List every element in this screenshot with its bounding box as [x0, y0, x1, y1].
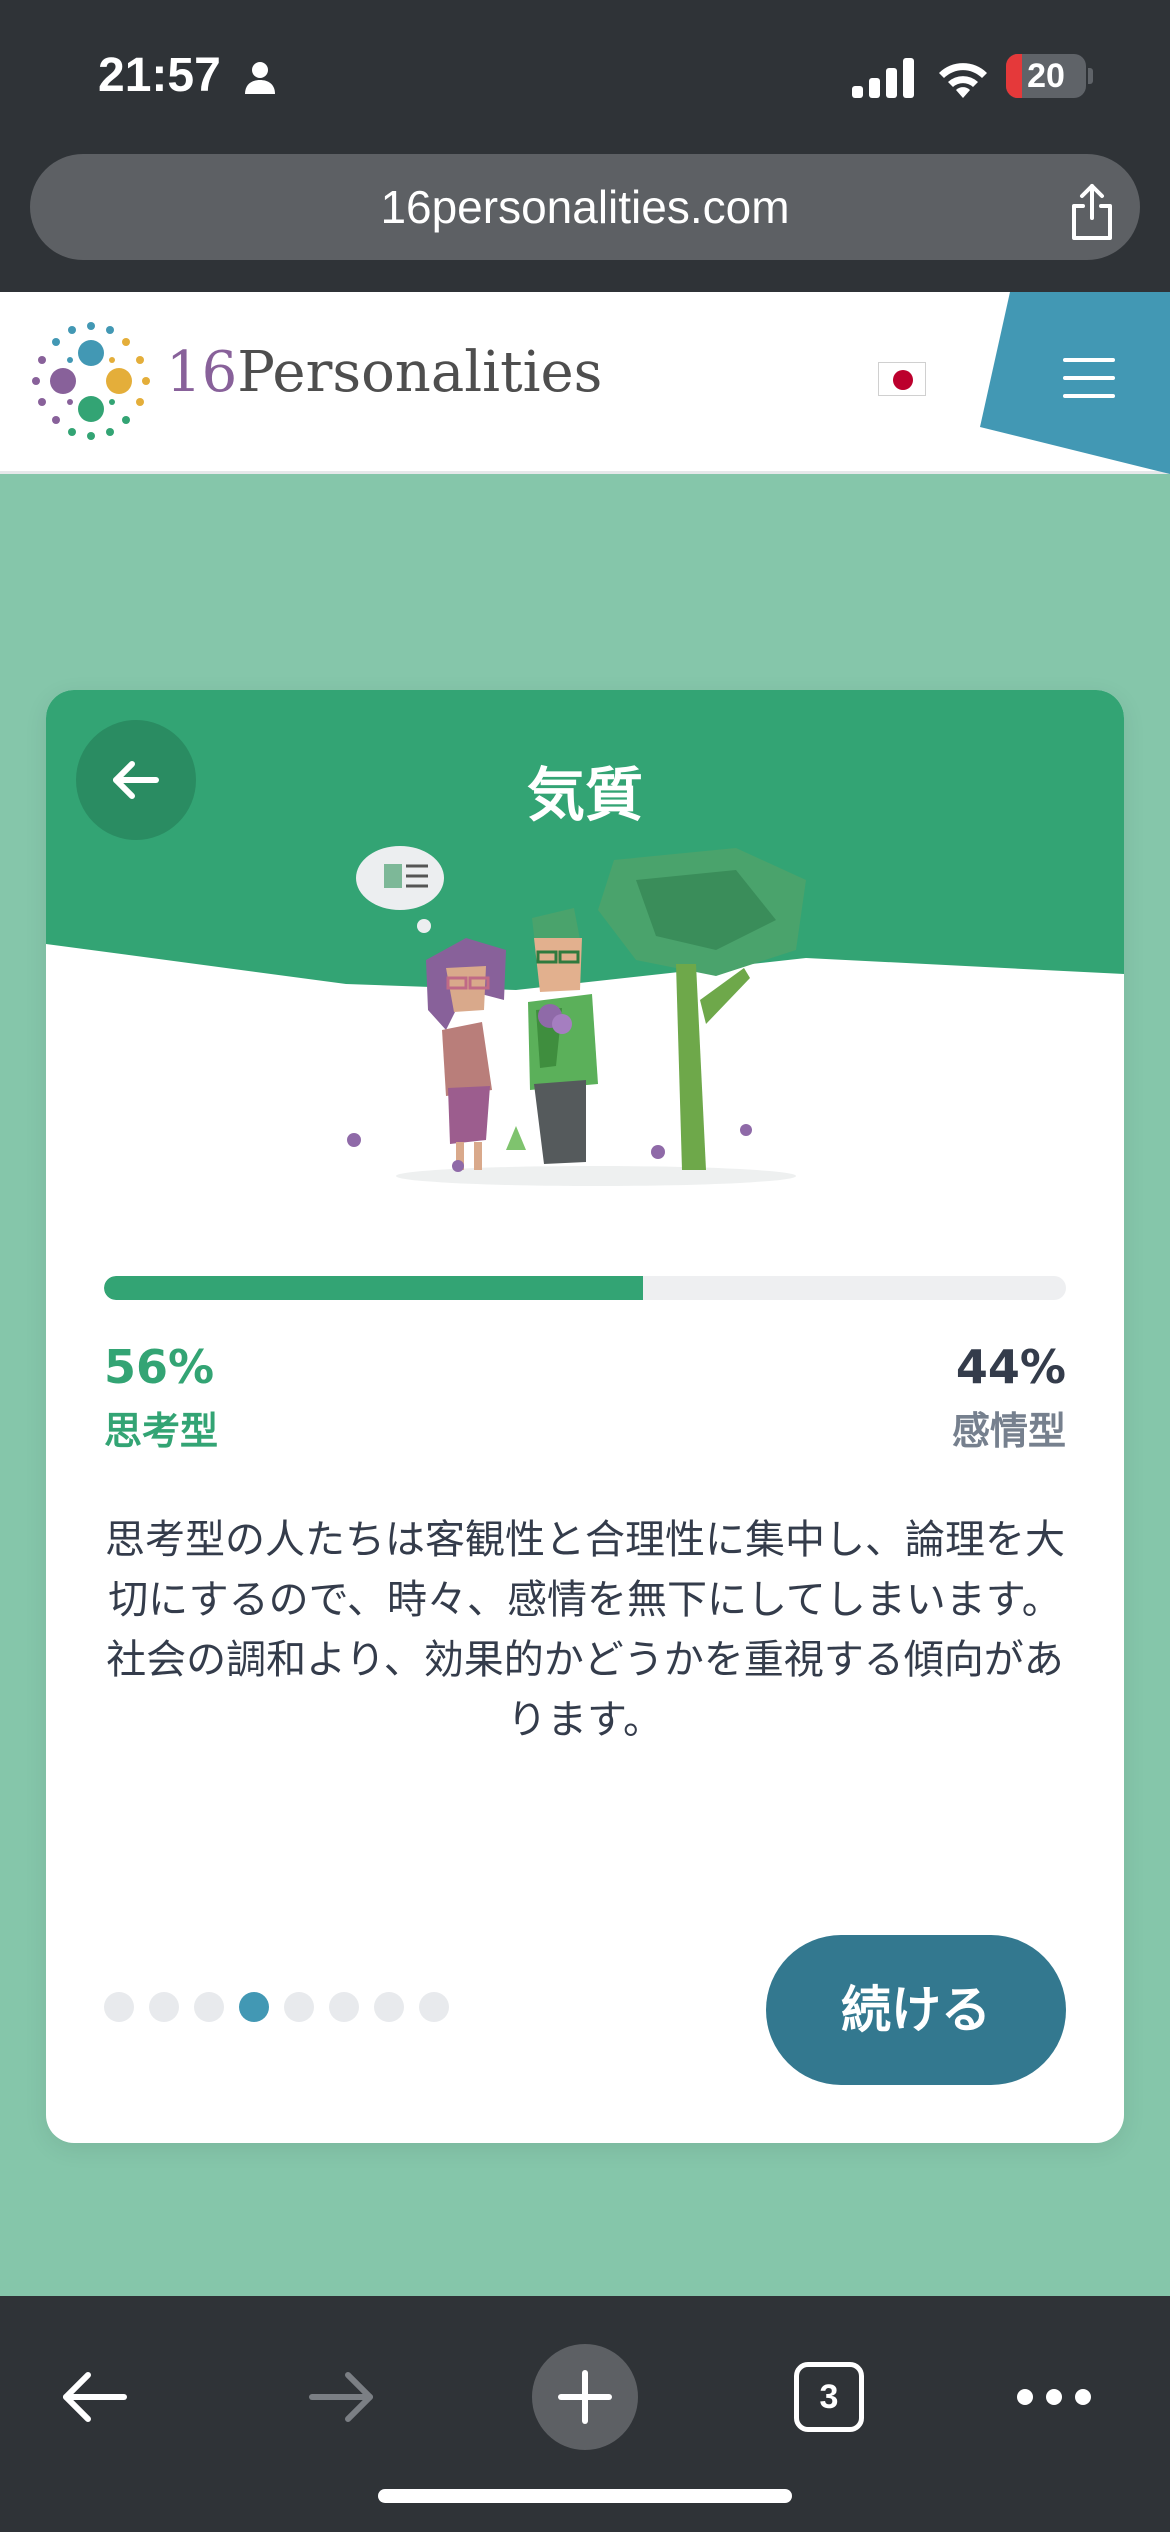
back-icon[interactable] [60, 2362, 130, 2432]
illustration-image [347, 846, 806, 1186]
feeling-percent: 44% [955, 1340, 1066, 1394]
pagination-dot [419, 1992, 449, 2022]
status-time: 21:57 [98, 49, 221, 102]
pagination-dot [149, 1992, 179, 2022]
signal-icon [852, 58, 914, 98]
more-icon[interactable] [1014, 2386, 1094, 2408]
hamburger-menu-icon[interactable] [1063, 356, 1115, 400]
person-icon [245, 62, 275, 94]
logo-text: Personalities [237, 340, 603, 405]
pagination-dot [194, 1992, 224, 2022]
battery-percent: 20 [1027, 57, 1065, 95]
tree-figure [598, 848, 806, 1170]
progress-fill [104, 1276, 643, 1300]
status-bar: 21:57 20 [0, 0, 1170, 150]
tabs-button[interactable]: 3 [794, 2362, 864, 2432]
thinking-percent: 56% [104, 1340, 215, 1394]
logo-number: 16 [166, 340, 238, 405]
new-tab-button[interactable] [532, 2344, 638, 2450]
continue-button[interactable]: 続ける [766, 1935, 1066, 2085]
address-bar[interactable]: 16personalities.com [30, 154, 1140, 260]
pagination-dot-active [239, 1992, 269, 2022]
feeling-label: 感情型 [951, 1409, 1066, 1453]
thought-bubble-icon [356, 846, 444, 933]
man-figure [528, 908, 598, 1164]
battery-icon: 20 [1006, 54, 1093, 98]
pagination-dot [329, 1992, 359, 2022]
share-icon[interactable] [1066, 182, 1118, 242]
progress-bar [104, 1276, 1066, 1300]
woman-figure [426, 938, 506, 1170]
thinking-label: 思考型 [104, 1409, 219, 1453]
wifi-icon [939, 63, 987, 98]
pagination-dot [374, 1992, 404, 2022]
forward-icon[interactable] [306, 2362, 376, 2432]
trait-description: 思考型の人たちは客観性と合理性に集中し、論理を大切にするので、時々、感情を無下に… [105, 1517, 1065, 1743]
url-text[interactable]: 16personalities.com [30, 154, 1140, 260]
logo-wordmark[interactable]: 16Personalities [166, 340, 602, 405]
home-indicator [378, 2489, 792, 2503]
site-header: 16Personalities [0, 292, 1170, 474]
pagination-dot [104, 1992, 134, 2022]
result-card: 気質 56% 思考型 44% 感情型 思考型の人たちは客観性と合理性に集中し、論… [46, 690, 1124, 2143]
flag-japan-icon[interactable] [878, 362, 926, 396]
logo-icon[interactable] [30, 320, 152, 442]
browser-url-area: 16personalities.com [0, 150, 1170, 292]
card-title: 気質 [526, 761, 643, 829]
plus-icon [558, 2370, 612, 2424]
pagination-dot [284, 1992, 314, 2022]
